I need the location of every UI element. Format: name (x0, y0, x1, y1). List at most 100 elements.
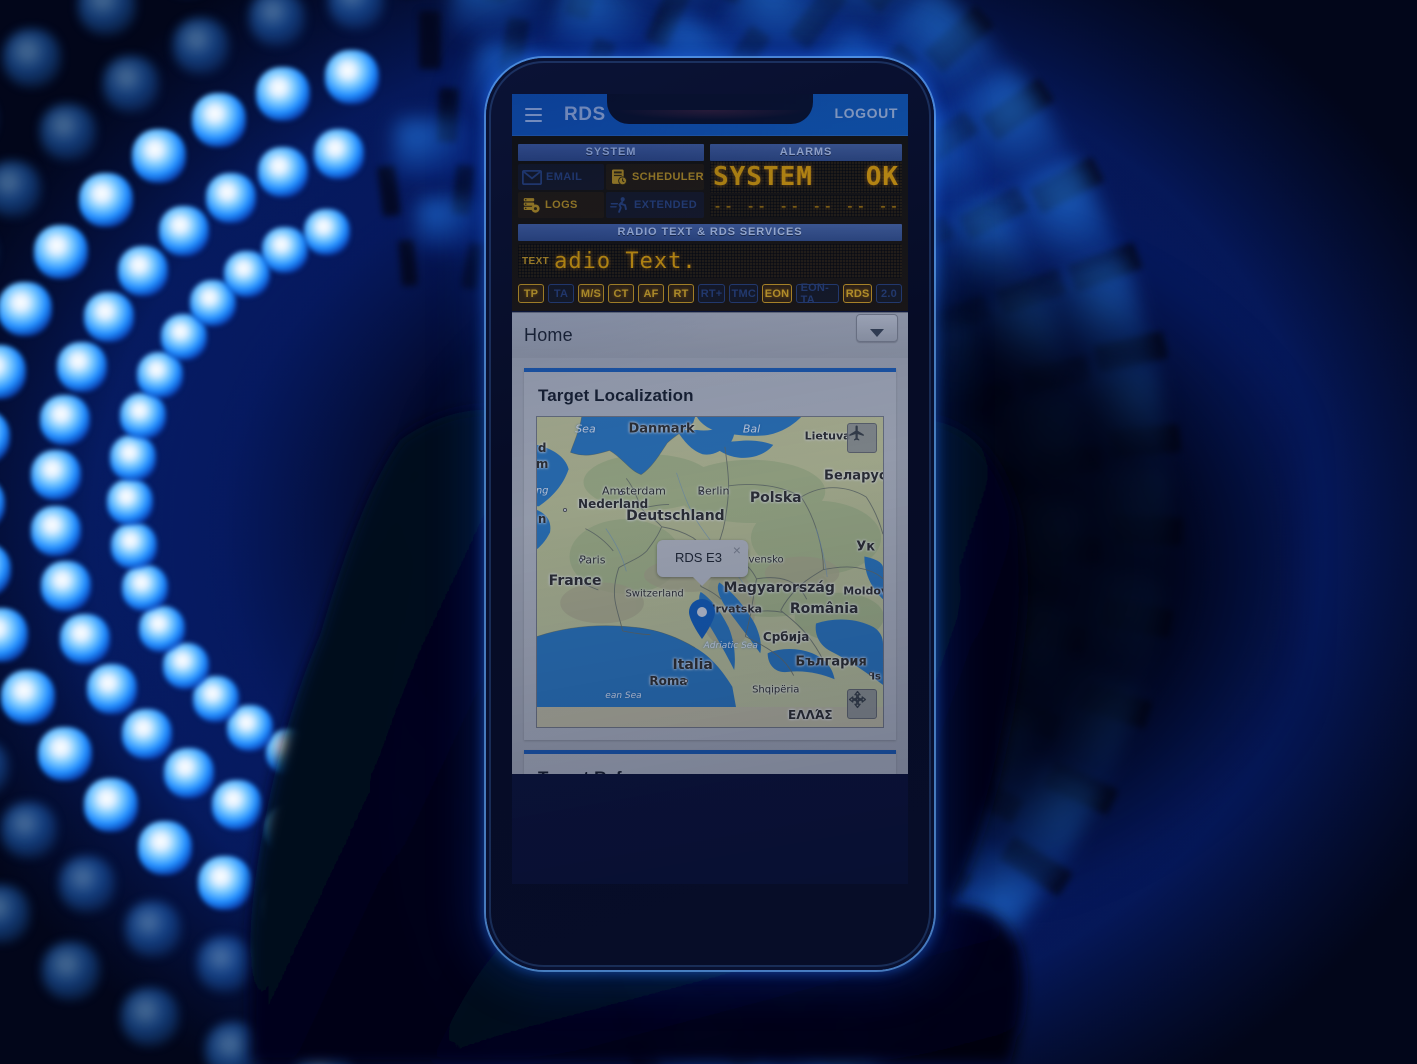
system-panel-header: SYSTEM (518, 144, 704, 161)
led-light (211, 780, 262, 831)
led-light (39, 104, 96, 161)
led-light (30, 450, 81, 501)
card-target-localization: Target Localization Sea Danmark Bal Liet… (524, 368, 896, 740)
led-light (256, 66, 311, 121)
map-city-dot (699, 490, 704, 495)
led-light (263, 881, 318, 936)
rds-flag-2-0[interactable]: 2.0 (876, 284, 902, 303)
rds-flag-eon[interactable]: EON (762, 284, 792, 303)
card-title: Target Localization (538, 386, 694, 405)
phone-screen: RDS LOGOUT SYSTEM EMAIL SCHEDULER LOGS E… (512, 94, 908, 884)
rds-flag-eon-ta[interactable]: EON-TA (795, 282, 840, 306)
device-notch (607, 94, 813, 124)
alarm-status-display: SYSTEM OK (710, 161, 902, 193)
database-icon (522, 196, 541, 214)
map-city-dot (562, 508, 567, 512)
rds-flag-tp[interactable]: TP (518, 284, 544, 303)
led-light (324, 50, 379, 105)
rds-flag-rt-[interactable]: RT+ (698, 284, 726, 303)
map-pan-button[interactable] (847, 689, 877, 719)
led-light (83, 291, 134, 342)
rds-flag-ta[interactable]: TA (548, 284, 574, 303)
led-light (121, 565, 168, 612)
led-light (38, 726, 93, 781)
map-city-dot (618, 491, 623, 496)
alarms-panel: ALARMS SYSTEM OK -- -- -- -- -- -- -- --… (710, 144, 902, 218)
led-light (266, 728, 313, 775)
led-light (39, 394, 90, 445)
system-tile-extended[interactable]: EXTENDED (605, 192, 704, 218)
rds-flag-rds[interactable]: RDS (843, 284, 872, 303)
system-tile-email[interactable]: EMAIL (518, 164, 604, 190)
rds-flag-rt[interactable]: RT (668, 284, 694, 303)
led-light (264, 805, 315, 856)
system-tile-scheduler[interactable]: SCHEDULER (605, 164, 704, 190)
hamburger-menu-icon[interactable] (516, 94, 550, 136)
map-airplane-button[interactable] (847, 423, 877, 453)
app-bottom-area (512, 774, 908, 884)
led-light (34, 224, 89, 279)
led-light (103, 56, 160, 113)
led-light (58, 855, 115, 912)
led-light (59, 614, 110, 665)
runner-icon (610, 196, 630, 214)
airplane-icon (849, 425, 864, 441)
led-light (138, 820, 193, 875)
led-light (191, 93, 246, 148)
system-tile-label: EXTENDED (633, 199, 698, 211)
led-light (86, 663, 137, 714)
system-tiles: EMAIL SCHEDULER LOGS EXTENDED (518, 164, 704, 218)
radio-text-value: adio Text. (554, 248, 697, 274)
close-icon[interactable]: × (733, 543, 741, 557)
radio-text-header: RADIO TEXT & RDS SERVICES (518, 224, 902, 241)
page-navbar: Home (512, 312, 908, 358)
alarm-status-left: SYSTEM (713, 162, 813, 192)
led-light (0, 282, 52, 337)
map-marker-popup[interactable]: RDS E3 × (657, 540, 748, 586)
alarms-panel-header: ALARMS (710, 144, 902, 161)
breadcrumb: Home (524, 325, 573, 345)
radio-text-panel: RADIO TEXT & RDS SERVICES TEXT adio Text… (518, 224, 902, 306)
radio-text-label: TEXT (522, 255, 550, 267)
led-light (107, 478, 153, 525)
chevron-down-icon (870, 328, 884, 337)
rds-flag-m-s[interactable]: M/S (578, 284, 604, 303)
led-light (3, 29, 62, 88)
led-light (249, 0, 305, 46)
system-tile-label: EMAIL (546, 171, 583, 183)
map-city-dot (578, 558, 583, 563)
calendar-icon (610, 168, 628, 186)
rds-flag-ct[interactable]: CT (608, 284, 634, 303)
led-light (120, 392, 167, 439)
led-light (258, 147, 309, 198)
led-light (158, 206, 209, 257)
rds-flag-af[interactable]: AF (638, 284, 664, 303)
rds-status-console: SYSTEM EMAIL SCHEDULER LOGS EXTENDED ALA… (512, 136, 908, 312)
led-light (42, 941, 101, 1000)
page-dropdown-button[interactable] (856, 313, 898, 342)
alarm-status-right: OK (865, 162, 899, 192)
map-location-pin[interactable] (687, 598, 717, 640)
led-light (314, 129, 365, 180)
system-tile-logs[interactable]: LOGS (518, 192, 604, 218)
led-light (262, 227, 309, 274)
rds-service-flags: TP TA M/S CT AF RT RT+ TMC EON EON-TA RDS 2.0 (518, 282, 902, 306)
map-label: ΕΛΛΆΣ (788, 707, 833, 722)
system-tile-label: SCHEDULER (631, 171, 704, 183)
target-localization-map[interactable]: Sea Danmark Bal Lietuva d m ng n Беларус Amsterda… (536, 416, 884, 728)
led-light (132, 129, 187, 184)
led-light (41, 561, 92, 612)
rds-flag-tmc[interactable]: TMC (729, 284, 759, 303)
logout-button[interactable]: LOGOUT (835, 105, 898, 121)
alarm-detail-line: -- -- -- -- -- -- -- -- -- -- (713, 197, 901, 215)
led-light (198, 855, 253, 910)
led-light (173, 17, 230, 74)
map-marker-label: RDS E3 (675, 550, 722, 565)
led-light (206, 172, 257, 223)
led-light (120, 987, 179, 1046)
system-panel: SYSTEM EMAIL SCHEDULER LOGS EXTENDED (518, 144, 704, 218)
grille-plate (392, 116, 474, 181)
led-light (139, 605, 186, 652)
radio-text-display: TEXT adio Text. (518, 244, 902, 278)
led-light (273, 960, 330, 1017)
